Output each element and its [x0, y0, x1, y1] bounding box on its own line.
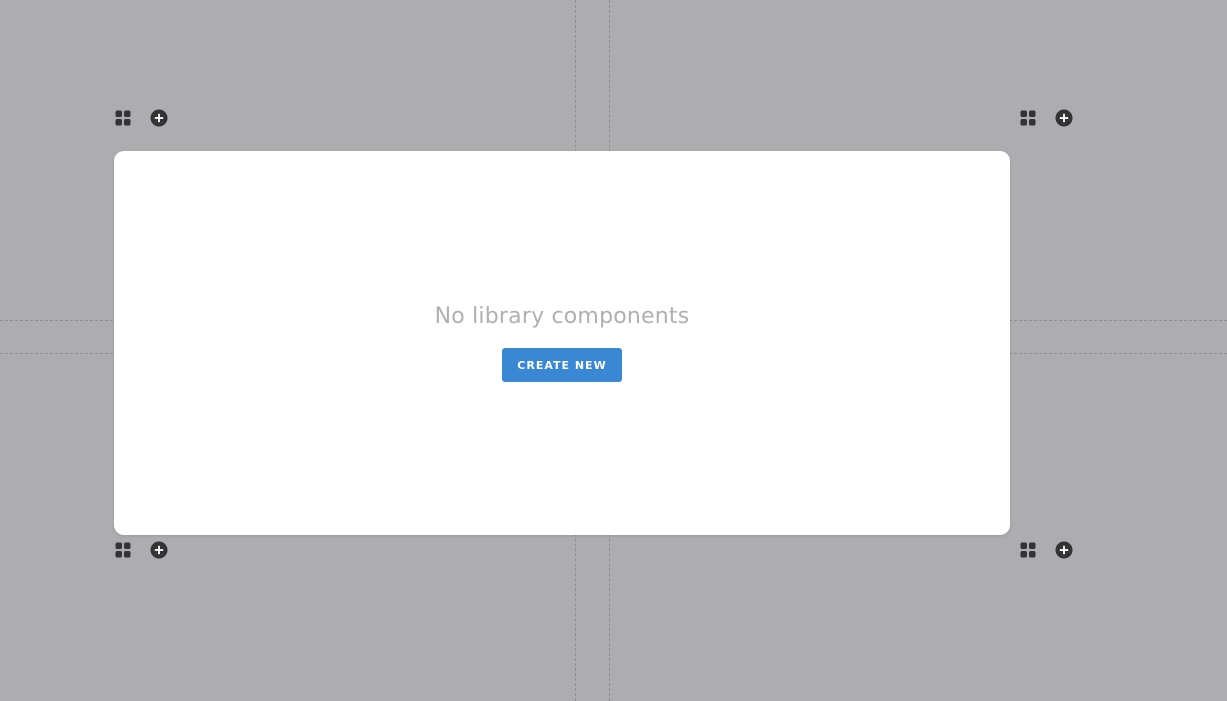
toolbar-top-left	[114, 109, 168, 127]
grid-icon[interactable]	[1019, 541, 1037, 559]
toolbar-bottom-left	[114, 541, 168, 559]
grid-icon[interactable]	[114, 109, 132, 127]
grid-icon[interactable]	[1019, 109, 1037, 127]
create-new-button[interactable]: CREATE NEW	[502, 348, 622, 382]
empty-state-message: No library components	[434, 304, 690, 329]
toolbar-top-right	[1019, 109, 1073, 127]
empty-state: No library components CREATE NEW	[114, 302, 1010, 382]
grid-icon[interactable]	[114, 541, 132, 559]
plus-circle-icon[interactable]	[1055, 109, 1073, 127]
plus-circle-icon[interactable]	[150, 541, 168, 559]
toolbar-bottom-right	[1019, 541, 1073, 559]
library-panel: No library components CREATE NEW	[114, 151, 1010, 535]
plus-circle-icon[interactable]	[150, 109, 168, 127]
plus-circle-icon[interactable]	[1055, 541, 1073, 559]
